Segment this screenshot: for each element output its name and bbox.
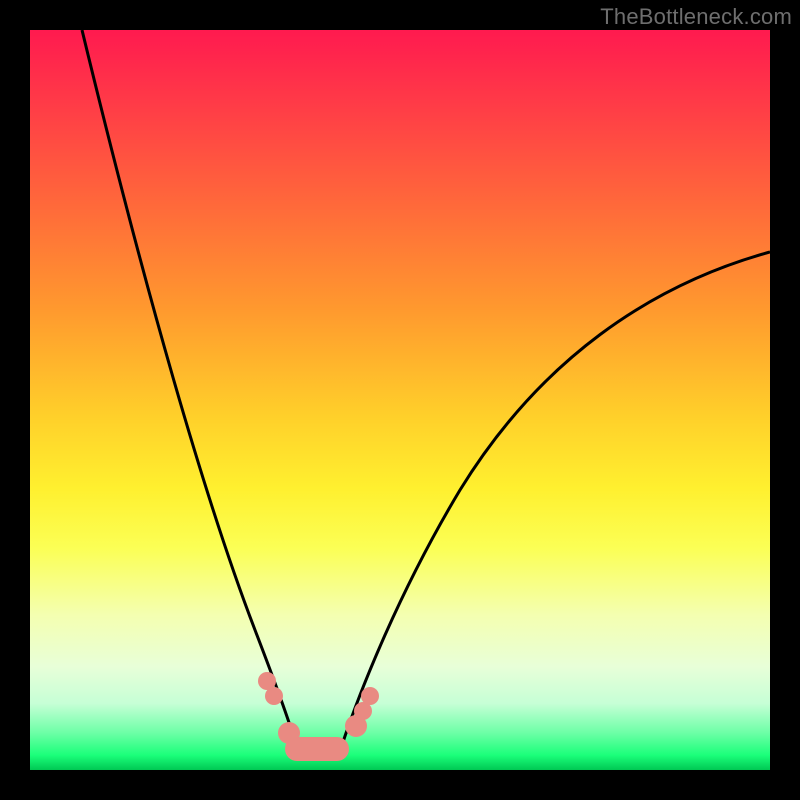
marker-bead — [361, 687, 379, 705]
outer-frame: TheBottleneck.com — [0, 0, 800, 800]
curve-right-arm — [341, 252, 770, 748]
bottleneck-curve — [30, 30, 770, 770]
trough-bar — [285, 737, 349, 761]
watermark-text: TheBottleneck.com — [600, 4, 792, 30]
marker-bead — [265, 687, 283, 705]
plot-wrap — [30, 30, 770, 770]
curve-left-arm — [82, 30, 297, 748]
